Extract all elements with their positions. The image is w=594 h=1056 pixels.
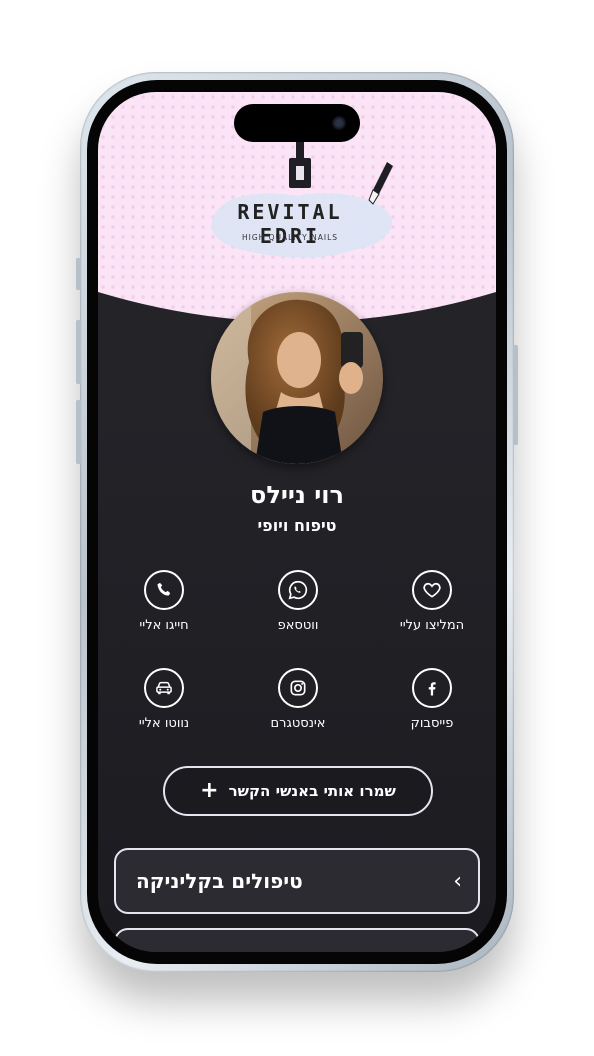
whatsapp-icon: [278, 570, 318, 610]
mute-switch: [76, 258, 81, 290]
power-button: [513, 345, 518, 445]
dynamic-island: [234, 104, 360, 142]
clinic-treatments-accordion[interactable]: טיפולים בקליניקה ‹: [114, 848, 480, 914]
next-accordion-item[interactable]: [114, 928, 480, 952]
front-camera: [332, 116, 346, 130]
call-button[interactable]: חייגו אליי: [109, 570, 219, 633]
logo-tagline: HIGH QUALITY NAILS: [241, 233, 339, 242]
save-contact-button[interactable]: שמרו אותי באנשי הקשר +: [163, 766, 433, 816]
navigate-label: נווטו אליי: [138, 716, 190, 731]
profile-title: טיפוח ויופי: [257, 516, 337, 535]
profile-name: רוי ניילס: [250, 481, 344, 509]
plus-icon: +: [200, 778, 219, 803]
whatsapp-label: ווטסאפ: [277, 618, 319, 633]
whatsapp-button[interactable]: ווטסאפ: [243, 570, 353, 633]
recommend-label: המליצו עליי: [399, 618, 465, 633]
facebook-icon: [412, 668, 452, 708]
profile-avatar: [211, 292, 383, 464]
facebook-label: פייסבוק: [410, 716, 454, 731]
instagram-button[interactable]: אינסטגרם: [243, 668, 353, 731]
navigate-button[interactable]: נווטו אליי: [109, 668, 219, 731]
save-contact-label: שמרו אותי באנשי הקשר: [228, 782, 396, 800]
instagram-icon: [278, 668, 318, 708]
accordion-title: טיפולים בקליניקה: [136, 869, 303, 893]
car-icon: [144, 668, 184, 708]
volume-up-button: [76, 320, 81, 384]
volume-down-button: [76, 400, 81, 464]
call-label: חייגו אליי: [139, 618, 189, 633]
instagram-label: אינסטגרם: [270, 716, 326, 731]
heart-icon: [412, 570, 452, 610]
facebook-button[interactable]: פייסבוק: [377, 668, 487, 731]
chevron-left-icon: ‹: [453, 868, 462, 894]
phone-screen: REVITAL EDRI HIGH QUALITY NAILS רוי נייל…: [98, 92, 496, 952]
recommend-button[interactable]: המליצו עליי: [377, 570, 487, 633]
brand-logo: REVITAL EDRI HIGH QUALITY NAILS: [203, 132, 403, 272]
phone-icon: [144, 570, 184, 610]
